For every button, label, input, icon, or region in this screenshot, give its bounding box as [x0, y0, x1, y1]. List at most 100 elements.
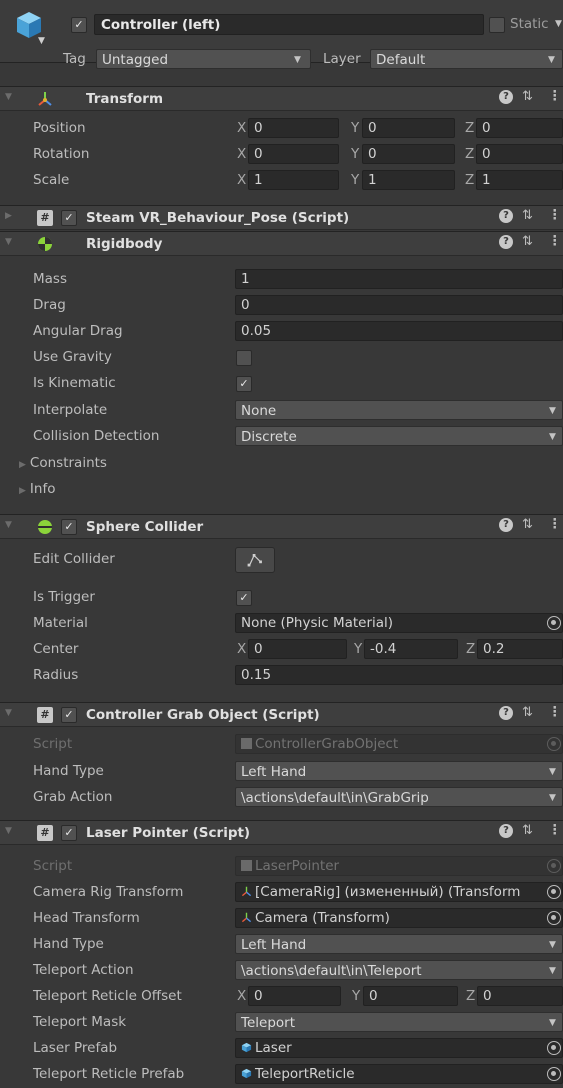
help-icon[interactable]: ?: [499, 518, 513, 532]
teleport-action-dropdown[interactable]: \actions\default\in\Teleport ▼: [235, 960, 563, 980]
object-name-field[interactable]: Controller (left): [94, 14, 484, 35]
teleport-reticle-prefab-field[interactable]: TeleportReticle: [235, 1064, 563, 1084]
foldout-icon[interactable]: ▼: [5, 708, 12, 718]
collision-detection-dropdown[interactable]: Discrete ▼: [235, 426, 563, 446]
edit-collider-button[interactable]: [235, 547, 275, 573]
camera-rig-transform-field[interactable]: [CameraRig] (измененный) (Transform: [235, 882, 563, 902]
object-picker-icon[interactable]: [547, 885, 561, 899]
object-picker-icon[interactable]: [547, 616, 561, 630]
laser-prefab-field[interactable]: Laser: [235, 1038, 563, 1058]
help-icon[interactable]: ?: [499, 824, 513, 838]
object-picker-icon[interactable]: [547, 911, 561, 925]
is-trigger-checkbox[interactable]: ✓: [236, 590, 252, 606]
scale-x-field[interactable]: 1: [248, 170, 339, 190]
transform-header[interactable]: ▼ Transform ? ⇅ ⋮: [0, 86, 563, 111]
offset-y-field[interactable]: 0: [363, 986, 458, 1006]
use-gravity-checkbox[interactable]: [236, 350, 252, 366]
help-icon[interactable]: ?: [499, 706, 513, 720]
y-axis-label[interactable]: Y: [351, 172, 359, 188]
steamvr-pose-header[interactable]: ▶ # ✓ Steam VR_Behaviour_Pose (Script) ?…: [0, 205, 563, 230]
icon-dropdown-arrow-icon[interactable]: ▼: [38, 36, 45, 46]
interpolate-dropdown[interactable]: None ▼: [235, 400, 563, 420]
enabled-checkbox[interactable]: ✓: [61, 519, 77, 535]
active-checkbox[interactable]: ✓: [71, 17, 87, 33]
position-x-field[interactable]: 0: [248, 118, 339, 138]
y-axis-label[interactable]: Y: [351, 120, 359, 136]
enabled-checkbox[interactable]: ✓: [61, 210, 77, 226]
more-options-icon[interactable]: ⋮: [548, 233, 562, 249]
foldout-icon[interactable]: ▼: [5, 826, 12, 836]
static-dropdown-icon[interactable]: ▼: [555, 19, 562, 29]
tag-dropdown[interactable]: Untagged ▼: [96, 49, 311, 69]
help-icon[interactable]: ?: [499, 235, 513, 249]
object-picker-icon[interactable]: [547, 1067, 561, 1081]
more-options-icon[interactable]: ⋮: [548, 88, 562, 104]
y-axis-label[interactable]: Y: [352, 988, 360, 1004]
drag-field[interactable]: 0: [235, 295, 563, 315]
z-axis-label[interactable]: Z: [465, 146, 474, 162]
enabled-checkbox[interactable]: ✓: [61, 707, 77, 723]
z-axis-label[interactable]: Z: [465, 120, 474, 136]
center-y-field[interactable]: -0.4: [364, 639, 458, 659]
center-z-field[interactable]: 0.2: [477, 639, 563, 659]
help-icon[interactable]: ?: [499, 209, 513, 223]
center-x-field[interactable]: 0: [248, 639, 347, 659]
more-options-icon[interactable]: ⋮: [548, 516, 562, 532]
is-kinematic-checkbox[interactable]: ✓: [236, 376, 252, 392]
help-icon[interactable]: ?: [499, 90, 513, 104]
rigidbody-header[interactable]: ▼ Rigidbody ? ⇅ ⋮: [0, 231, 563, 256]
enabled-checkbox[interactable]: ✓: [61, 825, 77, 841]
offset-z-field[interactable]: 0: [477, 986, 563, 1006]
position-y-field[interactable]: 0: [362, 118, 455, 138]
z-axis-label[interactable]: Z: [466, 988, 475, 1004]
foldout-icon[interactable]: ▼: [5, 92, 12, 102]
layer-dropdown[interactable]: Default ▼: [370, 49, 563, 69]
preset-icon[interactable]: ⇅: [522, 234, 533, 249]
rotation-z-field[interactable]: 0: [476, 144, 563, 164]
x-axis-label[interactable]: X: [237, 120, 246, 136]
z-axis-label[interactable]: Z: [466, 641, 475, 657]
foldout-icon[interactable]: ▼: [5, 520, 12, 530]
grab-object-header[interactable]: ▼ # ✓ Controller Grab Object (Script) ? …: [0, 702, 563, 727]
more-options-icon[interactable]: ⋮: [548, 822, 562, 838]
object-picker-icon[interactable]: [547, 1041, 561, 1055]
x-axis-label[interactable]: X: [237, 172, 246, 188]
laser-pointer-header[interactable]: ▼ # ✓ Laser Pointer (Script) ? ⇅ ⋮: [0, 820, 563, 845]
foldout-icon[interactable]: ▶: [5, 211, 12, 221]
teleport-mask-dropdown[interactable]: Teleport ▼: [235, 1012, 563, 1032]
grab-action-dropdown[interactable]: \actions\default\in\GrabGrip ▼: [235, 787, 563, 807]
position-label: Position: [33, 120, 86, 136]
preset-icon[interactable]: ⇅: [522, 705, 533, 720]
offset-x-field[interactable]: 0: [248, 986, 341, 1006]
radius-field[interactable]: 0.15: [235, 665, 563, 685]
sphere-collider-header[interactable]: ▼ ✓ Sphere Collider ? ⇅ ⋮: [0, 514, 563, 539]
head-transform-field[interactable]: Camera (Transform): [235, 908, 563, 928]
constraints-foldout[interactable]: ▶ Constraints: [19, 455, 107, 471]
y-axis-label[interactable]: Y: [351, 146, 359, 162]
z-axis-label[interactable]: Z: [465, 172, 474, 188]
scale-z-field[interactable]: 1: [476, 170, 563, 190]
mass-field[interactable]: 1: [235, 269, 563, 289]
hand-type-dropdown[interactable]: Left Hand ▼: [235, 934, 563, 954]
hand-type-dropdown[interactable]: Left Hand ▼: [235, 761, 563, 781]
preset-icon[interactable]: ⇅: [522, 517, 533, 532]
static-checkbox[interactable]: [489, 17, 505, 33]
y-axis-label[interactable]: Y: [354, 641, 362, 657]
rotation-y-field[interactable]: 0: [362, 144, 455, 164]
angular-drag-field[interactable]: 0.05: [235, 321, 563, 341]
preset-icon[interactable]: ⇅: [522, 208, 533, 223]
static-label[interactable]: Static: [510, 16, 549, 32]
preset-icon[interactable]: ⇅: [522, 89, 533, 104]
position-z-field[interactable]: 0: [476, 118, 563, 138]
x-axis-label[interactable]: X: [237, 988, 246, 1004]
scale-y-field[interactable]: 1: [362, 170, 455, 190]
info-foldout[interactable]: ▶ Info: [19, 481, 55, 497]
preset-icon[interactable]: ⇅: [522, 823, 533, 838]
x-axis-label[interactable]: X: [237, 641, 246, 657]
foldout-icon[interactable]: ▼: [5, 237, 12, 247]
x-axis-label[interactable]: X: [237, 146, 246, 162]
rotation-x-field[interactable]: 0: [248, 144, 339, 164]
more-options-icon[interactable]: ⋮: [548, 207, 562, 223]
material-field[interactable]: None (Physic Material): [235, 613, 563, 633]
more-options-icon[interactable]: ⋮: [548, 704, 562, 720]
